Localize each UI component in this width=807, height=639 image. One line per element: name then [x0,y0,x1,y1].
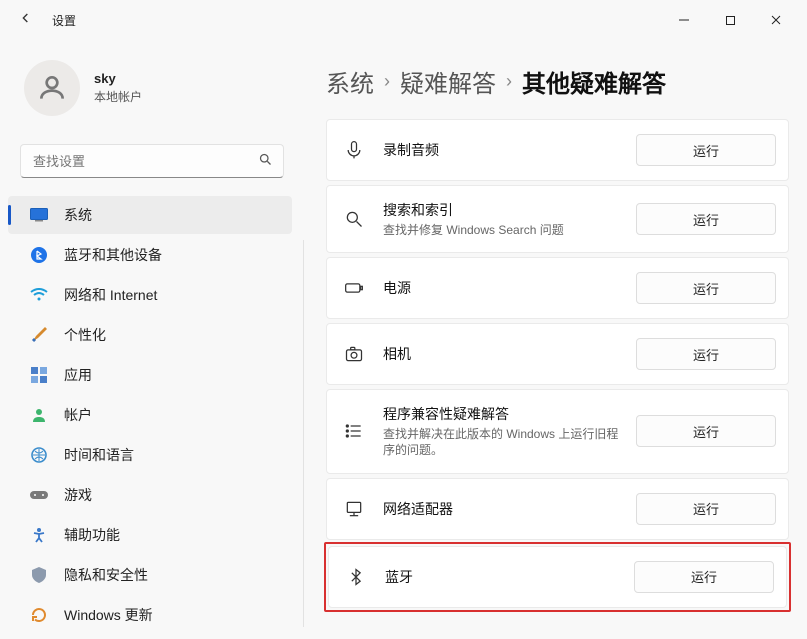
sidebar-item-label: 游戏 [64,485,92,505]
search-icon [341,206,367,232]
run-button[interactable]: 运行 [634,561,774,593]
sidebar-item-label: 个性化 [64,325,106,345]
troubleshooter-recording-audio: 录制音频 运行 [326,119,789,181]
troubleshooter-title: 电源 [383,278,620,298]
sidebar-item-time-language[interactable]: 时间和语言 [8,436,292,474]
troubleshooter-list: 录制音频 运行 搜索和索引 查找并修复 Windows Search 问题 运行 [326,119,789,610]
chevron-right-icon: › [506,71,512,92]
sidebar-item-accounts[interactable]: 帐户 [8,396,292,434]
troubleshooter-bluetooth: 蓝牙 运行 [328,546,787,608]
troubleshooter-subtitle: 查找并解决在此版本的 Windows 上运行旧程序的问题。 [383,426,620,458]
troubleshooter-title: 录制音频 [383,140,620,160]
settings-window: 设置 sky 本地帐户 [0,0,807,639]
sidebar-item-label: 隐私和安全性 [64,565,148,585]
sidebar-item-label: 帐户 [64,405,92,425]
person-icon [30,406,48,424]
troubleshooter-power: 电源 运行 [326,257,789,319]
troubleshooter-title: 程序兼容性疑难解答 [383,404,620,424]
divider [303,240,304,627]
sidebar-item-label: Windows 更新 [64,605,153,625]
run-button[interactable]: 运行 [636,272,776,304]
run-button[interactable]: 运行 [636,493,776,525]
troubleshooter-subtitle: 查找并修复 Windows Search 问题 [383,222,620,238]
breadcrumb-troubleshoot[interactable]: 疑难解答 [400,64,496,99]
sidebar-item-label: 网络和 Internet [64,285,157,305]
sidebar-item-privacy[interactable]: 隐私和安全性 [8,556,292,594]
troubleshooter-search-indexing: 搜索和索引 查找并修复 Windows Search 问题 运行 [326,185,789,253]
sidebar-item-label: 辅助功能 [64,525,120,545]
sidebar-item-system[interactable]: 系统 [8,196,292,234]
sidebar-item-bluetooth[interactable]: 蓝牙和其他设备 [8,236,292,274]
troubleshooter-title: 搜索和索引 [383,200,620,220]
profile-subtitle: 本地帐户 [94,88,142,105]
sidebar-item-label: 应用 [64,365,92,385]
sidebar-item-personalization[interactable]: 个性化 [8,316,292,354]
brush-icon [30,326,48,344]
bluetooth-icon [343,564,369,590]
close-button[interactable] [753,4,799,36]
battery-icon [341,275,367,301]
page-title: 其他疑难解答 [522,64,666,99]
troubleshooter-title: 网络适配器 [383,499,620,519]
shield-icon [30,566,48,584]
run-button[interactable]: 运行 [636,415,776,447]
clock-globe-icon [30,446,48,464]
minimize-button[interactable] [661,4,707,36]
troubleshooter-program-compatibility: 程序兼容性疑难解答 查找并解决在此版本的 Windows 上运行旧程序的问题。 … [326,389,789,473]
sidebar-item-label: 蓝牙和其他设备 [64,245,162,265]
network-adapter-icon [341,496,367,522]
back-button[interactable] [18,10,34,31]
system-icon [30,206,48,224]
sidebar-item-accessibility[interactable]: 辅助功能 [8,516,292,554]
troubleshooter-title: 相机 [383,344,620,364]
window-title: 设置 [52,12,76,29]
search-input[interactable] [33,154,258,169]
sidebar: sky 本地帐户 系统 蓝牙和其他设备 [0,40,304,639]
troubleshooter-camera: 相机 运行 [326,323,789,385]
profile-name: sky [94,71,142,86]
avatar [24,60,80,116]
accessibility-icon [30,526,48,544]
maximize-button[interactable] [707,4,753,36]
bluetooth-icon [30,246,48,264]
nav-list: 系统 蓝牙和其他设备 网络和 Internet 个性化 应用 [0,196,304,634]
run-button[interactable]: 运行 [636,203,776,235]
search-box[interactable] [20,144,284,178]
camera-icon [341,341,367,367]
apps-icon [30,366,48,384]
search-icon [258,152,273,170]
troubleshooter-network-adapter: 网络适配器 运行 [326,478,789,540]
sidebar-item-gaming[interactable]: 游戏 [8,476,292,514]
gamepad-icon [30,486,48,504]
main-content: 系统 › 疑难解答 › 其他疑难解答 录制音频 运行 [304,40,807,639]
sidebar-item-network[interactable]: 网络和 Internet [8,276,292,314]
chevron-right-icon: › [384,71,390,92]
breadcrumb: 系统 › 疑难解答 › 其他疑难解答 [326,64,789,99]
breadcrumb-system[interactable]: 系统 [326,64,374,99]
sidebar-item-label: 系统 [64,205,92,225]
highlight-annotation: 蓝牙 运行 [324,542,791,612]
sidebar-item-apps[interactable]: 应用 [8,356,292,394]
troubleshooter-title: 蓝牙 [385,567,618,587]
run-button[interactable]: 运行 [636,338,776,370]
sidebar-item-label: 时间和语言 [64,445,134,465]
run-button[interactable]: 运行 [636,134,776,166]
user-profile[interactable]: sky 本地帐户 [0,54,304,136]
microphone-icon [341,137,367,163]
update-icon [30,606,48,624]
sidebar-item-windows-update[interactable]: Windows 更新 [8,596,292,634]
list-icon [341,418,367,444]
wifi-icon [30,286,48,304]
titlebar: 设置 [0,0,807,40]
